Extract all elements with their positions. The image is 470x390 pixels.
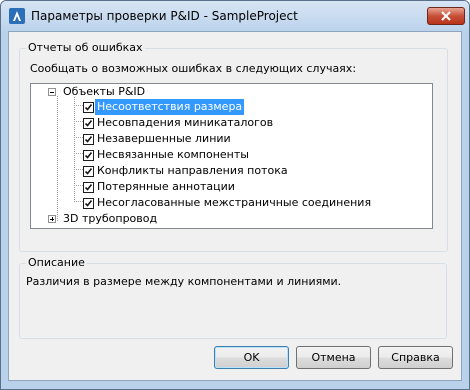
tree-item-size-mismatch[interactable]: Несоответствия размера (31, 99, 431, 115)
autocad-app-icon (9, 8, 25, 24)
help-button[interactable]: Справка (378, 346, 453, 369)
checkbox-checked[interactable] (83, 166, 94, 177)
tree-node-label: 3D трубопровод (63, 212, 158, 225)
tree-item-minicatalog-mismatch[interactable]: Несовпадения миникаталогов (31, 115, 431, 131)
tree-item-unconnected-components[interactable]: Несвязанные компоненты (31, 147, 431, 163)
tree-item-label: Несовпадения миникаталогов (97, 116, 274, 129)
checkbox-checked[interactable] (83, 118, 94, 129)
tree-item-lost-annotations[interactable]: Потерянные аннотации (31, 179, 431, 195)
checkbox-checked[interactable] (83, 198, 94, 209)
tree-item-label: Несвязанные компоненты (97, 148, 249, 161)
description-text: Различия в размере между компонентами и … (26, 275, 342, 288)
tree-item-label: Потерянные аннотации (97, 180, 235, 193)
tree-node-label: Объекты P&ID (63, 85, 146, 98)
checkmark-icon (84, 152, 93, 159)
tree-item-label: Незавершенные линии (97, 132, 231, 145)
tree-item-label: Конфликты направления потока (97, 164, 288, 177)
title-bar[interactable]: Параметры проверки P&ID - SampleProject (1, 1, 469, 31)
tree-item-incomplete-lines[interactable]: Незавершенные линии (31, 131, 431, 147)
checkmark-icon (84, 168, 93, 175)
report-prompt-label: Сообщать о возможных ошибках в следующих… (30, 62, 357, 75)
tree-node-3d-piping[interactable]: 3D трубопровод (31, 211, 431, 227)
checkmark-icon (84, 200, 93, 207)
checkbox-checked[interactable] (83, 102, 94, 113)
error-reports-legend: Отчеты об ошибках (26, 41, 145, 54)
close-icon (441, 11, 451, 21)
window-title: Параметры проверки P&ID - SampleProject (31, 9, 298, 23)
checkmark-icon (84, 120, 93, 127)
close-button[interactable] (427, 7, 465, 25)
checkmark-icon (84, 184, 93, 191)
tree-item-flow-direction-conflicts[interactable]: Конфликты направления потока (31, 163, 431, 179)
dialog-window: Параметры проверки P&ID - SampleProject … (0, 0, 470, 390)
checkbox-checked[interactable] (83, 182, 94, 193)
tree-item-label: Несогласованные межстраничные соединения (97, 196, 372, 209)
tree-item-label: Несоответствия размера (95, 99, 245, 115)
checkmark-icon (84, 136, 93, 143)
error-type-tree[interactable]: Объекты P&ID Несоответствия размера Несо… (30, 83, 433, 229)
checkmark-icon (84, 104, 93, 111)
tree-item-offpage-connectors[interactable]: Несогласованные межстраничные соединения (31, 195, 431, 211)
ok-button[interactable]: OK (214, 346, 289, 369)
description-legend: Описание (26, 256, 87, 269)
checkbox-checked[interactable] (83, 134, 94, 145)
cancel-button[interactable]: Отмена (296, 346, 371, 369)
collapse-icon[interactable] (48, 88, 56, 96)
tree-node-pid-objects[interactable]: Объекты P&ID (31, 84, 431, 100)
checkbox-checked[interactable] (83, 150, 94, 161)
expand-icon[interactable] (48, 215, 56, 223)
